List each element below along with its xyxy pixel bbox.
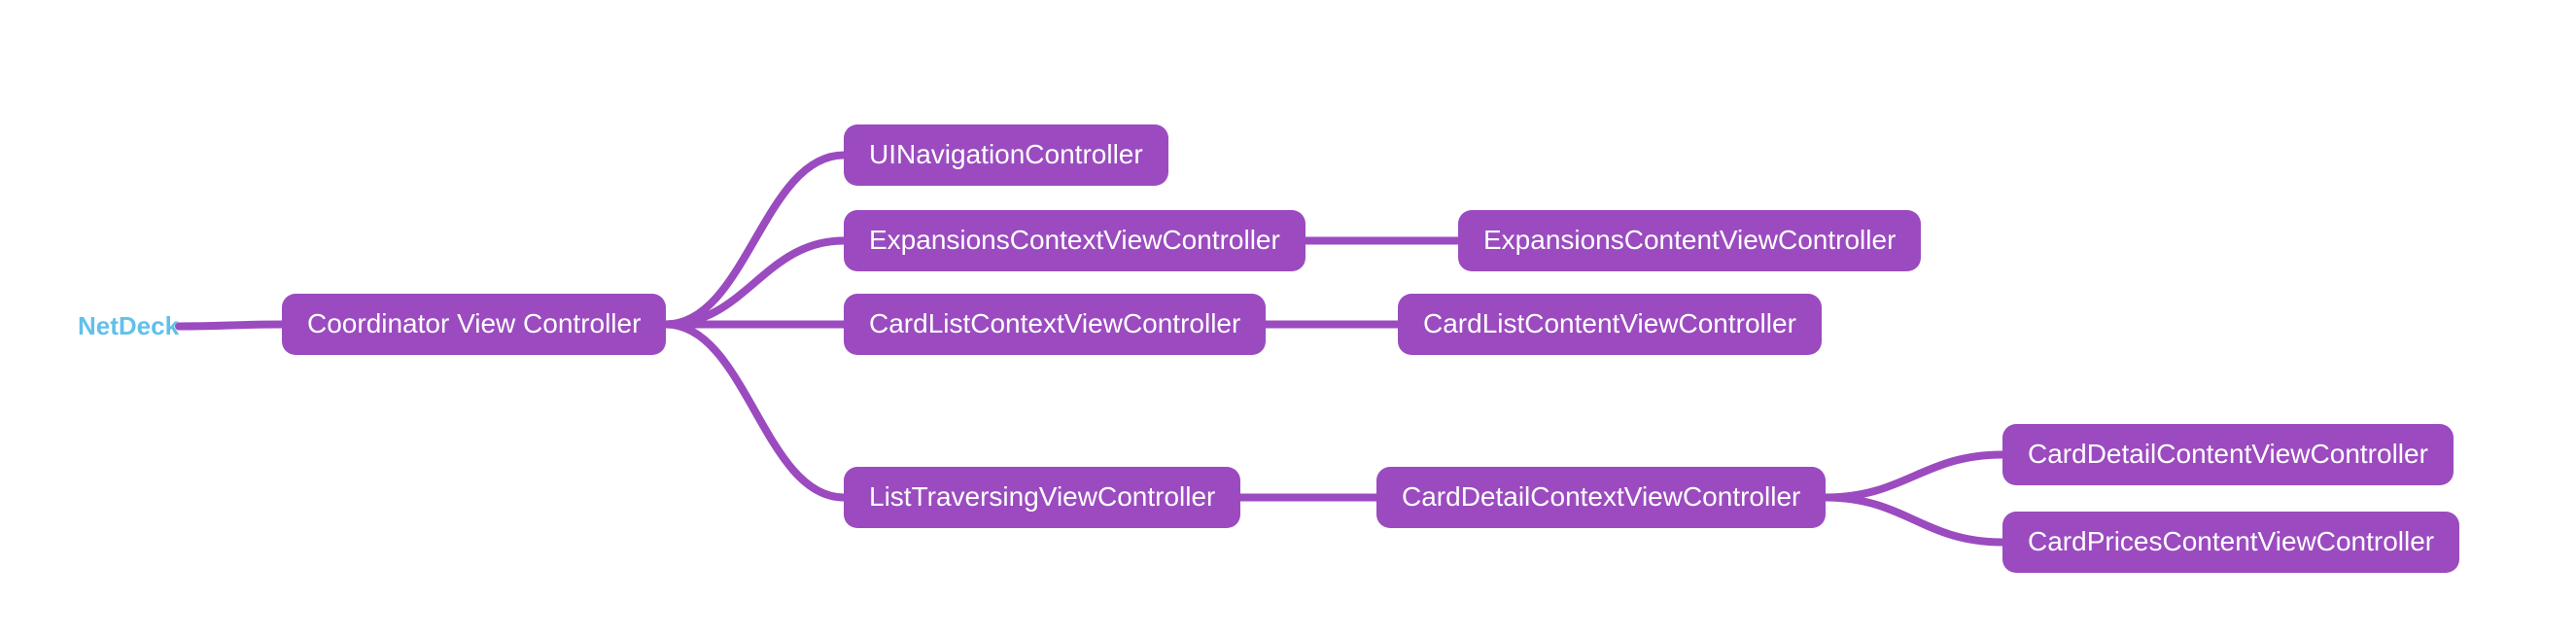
node-carddetail-content-view-controller: CardDetailContentViewController — [2002, 424, 2454, 485]
node-list-traversing-view-controller: ListTraversingViewController — [844, 467, 1240, 528]
node-uinavigationcontroller: UINavigationController — [844, 124, 1168, 186]
node-coordinator-view-controller: Coordinator View Controller — [282, 294, 666, 355]
node-cardlist-content-view-controller: CardListContentViewController — [1398, 294, 1822, 355]
node-cardprices-content-view-controller: CardPricesContentViewController — [2002, 512, 2459, 573]
node-cardlist-context-view-controller: CardListContextViewController — [844, 294, 1266, 355]
node-expansions-content-view-controller: ExpansionsContentViewController — [1458, 210, 1921, 271]
root-label: NetDeck — [78, 311, 179, 341]
node-carddetail-context-view-controller: CardDetailContextViewController — [1376, 467, 1826, 528]
node-expansions-context-view-controller: ExpansionsContextViewController — [844, 210, 1305, 271]
